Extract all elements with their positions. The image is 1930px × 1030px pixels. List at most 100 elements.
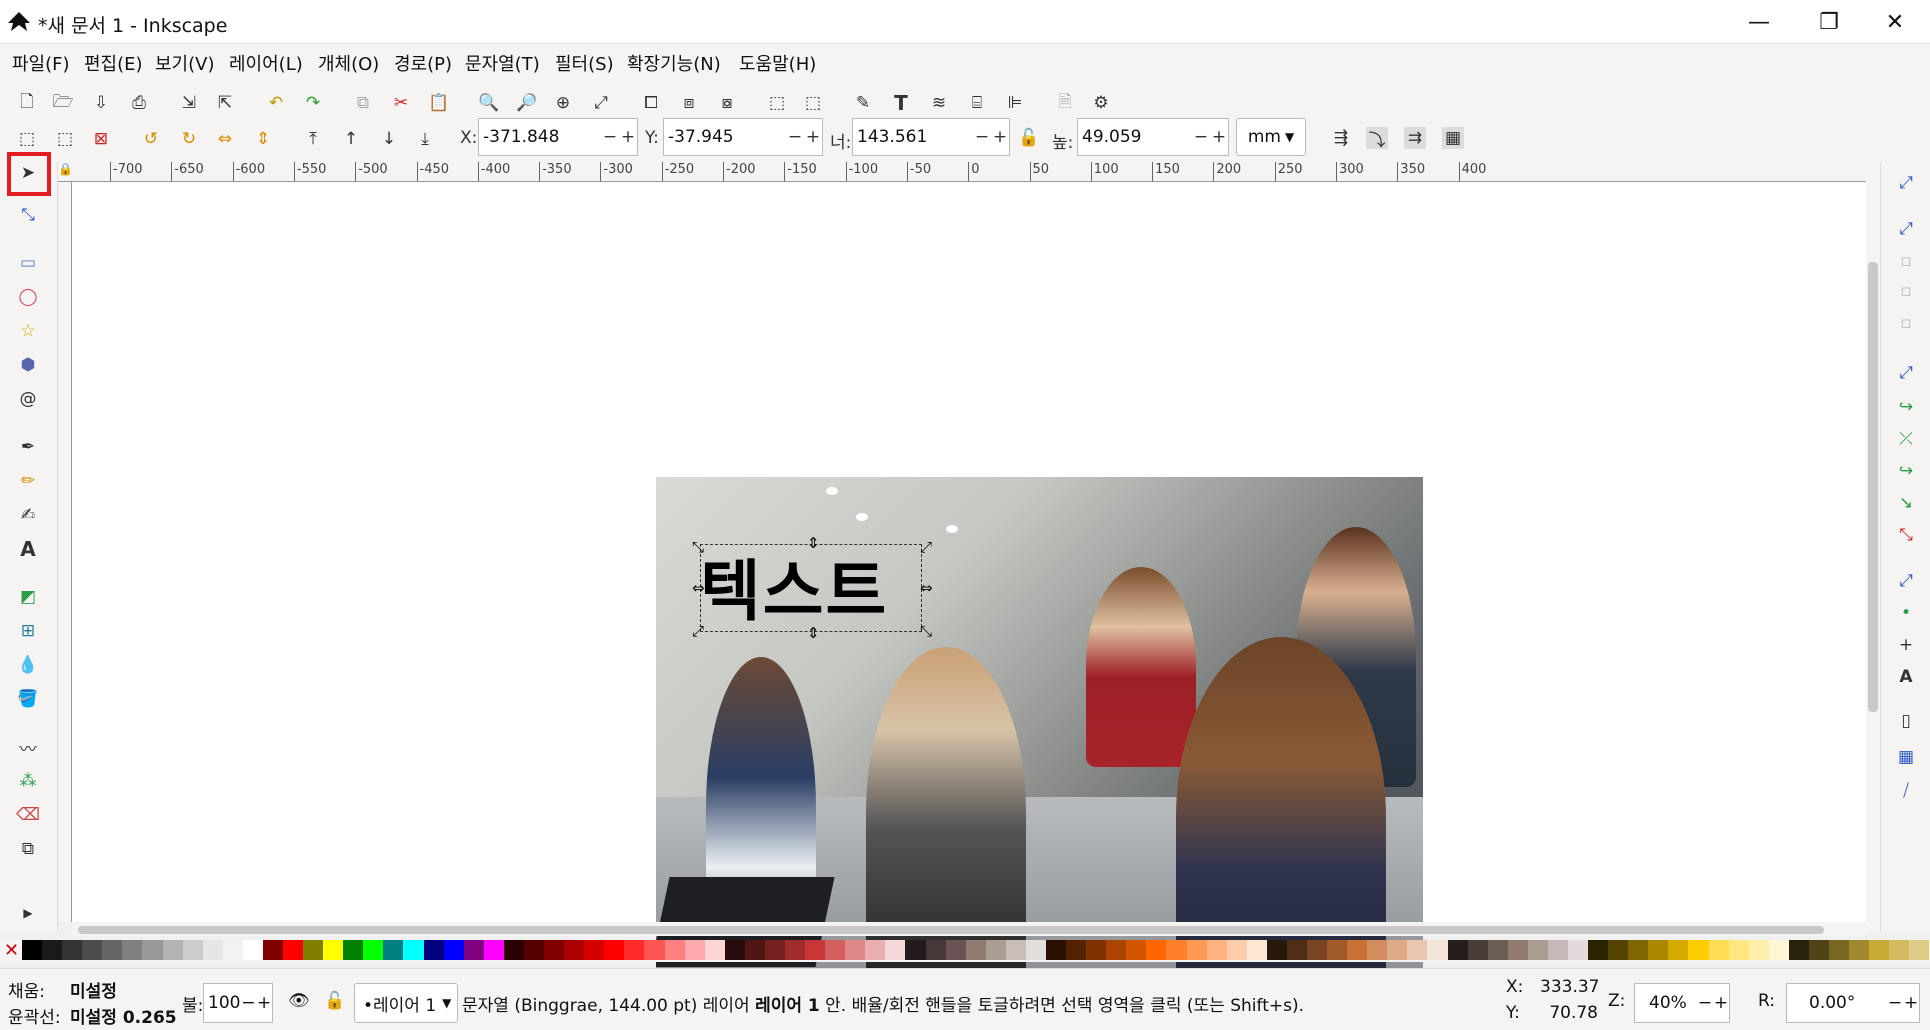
color-swatch[interactable] [1226, 940, 1247, 960]
color-swatch[interactable] [42, 940, 63, 960]
zoom-drawing-icon[interactable]: 🔎 [516, 92, 538, 114]
open-icon[interactable]: 🗁 [52, 92, 74, 114]
lower-icon[interactable]: ↓ [378, 128, 400, 150]
color-swatch[interactable] [323, 940, 344, 960]
menu-layer[interactable]: 레이어(L) [229, 50, 303, 76]
scale-handle-icon[interactable]: ⇕ [807, 624, 820, 642]
snap-bbox-icon[interactable]: ⤢ [1895, 218, 1917, 240]
layers-icon[interactable]: ≋ [928, 92, 950, 114]
color-swatch[interactable] [162, 940, 183, 960]
snap-intersection-icon[interactable]: ⤫ [1895, 428, 1917, 450]
lower-to-bottom-icon[interactable]: ⤓ [414, 128, 436, 150]
snap-grid-icon[interactable]: ▦ [1895, 746, 1917, 768]
fill-value[interactable]: 미설정 [70, 977, 117, 1002]
scale-handle-icon[interactable]: ⇕ [807, 534, 820, 552]
color-swatch[interactable] [142, 940, 163, 960]
group-icon[interactable]: ⬚ [766, 92, 788, 114]
drawing-canvas[interactable]: 텍스트 ⤡ ⇕ ⤢ ⇔ ⇔ ⤢ ⇕ ⤡ [72, 182, 1866, 989]
color-swatch[interactable] [1708, 940, 1729, 960]
color-swatch[interactable] [744, 940, 765, 960]
canvas-text-object[interactable]: 텍스트 [700, 538, 888, 634]
select-all-icon[interactable]: ⬚ [16, 128, 38, 150]
gradient-tool-icon[interactable]: ◩ [17, 586, 39, 608]
color-swatch[interactable] [805, 940, 826, 960]
color-swatch[interactable] [262, 940, 284, 960]
snap-bbox-edge-icon[interactable]: ▫ [1895, 250, 1917, 272]
menu-object[interactable]: 개체(O) [318, 50, 379, 76]
y-decrement-button[interactable]: − [786, 127, 804, 147]
move-gradients-icon[interactable]: ⇉ [1404, 127, 1426, 149]
move-patterns-icon[interactable]: ▦ [1442, 127, 1464, 149]
color-swatch[interactable] [1507, 940, 1528, 960]
scale-handle-icon[interactable]: ⤡ [920, 622, 932, 640]
color-swatch[interactable] [644, 940, 665, 960]
height-spinbox[interactable]: 49.059 − + [1077, 118, 1229, 156]
color-swatch[interactable] [1447, 940, 1468, 960]
color-swatch[interactable] [1628, 940, 1649, 960]
horizontal-scroll-thumb[interactable] [78, 926, 1824, 934]
pencil-tool-icon[interactable]: ✏ [17, 470, 39, 492]
import-icon[interactable]: ⇲ [178, 92, 200, 114]
color-swatch[interactable] [122, 940, 143, 960]
rotate-cw-icon[interactable]: ↻ [178, 128, 200, 150]
scale-corners-icon[interactable]: ⤵ [1366, 127, 1388, 151]
menu-text[interactable]: 문자열(T) [465, 50, 540, 76]
color-swatch[interactable] [22, 940, 43, 960]
zoom-decrement-button[interactable]: − [1697, 993, 1713, 1013]
snap-bbox-corner-icon[interactable]: ▫ [1895, 280, 1917, 302]
x-increment-button[interactable]: + [619, 127, 637, 147]
menu-file[interactable]: 파일(F) [12, 50, 70, 76]
color-swatch[interactable] [825, 940, 846, 960]
color-swatch[interactable] [885, 940, 906, 960]
mesh-tool-icon[interactable]: ⊞ [17, 620, 39, 642]
color-swatch[interactable] [704, 940, 725, 960]
color-swatch[interactable] [1146, 940, 1167, 960]
height-value[interactable]: 49.059 [1078, 127, 1192, 147]
color-swatch[interactable] [1427, 940, 1448, 960]
select-all-layers-icon[interactable]: ⬚ [54, 128, 76, 150]
save-icon[interactable]: ⇩ [90, 92, 112, 114]
snap-path-icon[interactable]: ↪ [1895, 396, 1917, 418]
layer-lock-icon[interactable]: 🔓 [324, 991, 345, 1011]
snap-center-icon[interactable]: • [1895, 602, 1917, 624]
color-swatch[interactable] [724, 940, 745, 960]
color-swatch[interactable] [1347, 940, 1368, 960]
color-swatch[interactable] [1748, 940, 1769, 960]
rotation-value[interactable]: 0.00° [1787, 993, 1887, 1013]
stroke-value[interactable]: 미설정 0.265 [70, 1003, 177, 1028]
color-swatch[interactable] [1648, 940, 1669, 960]
snap-text-baseline-icon[interactable]: A [1895, 666, 1917, 688]
color-swatch[interactable] [1166, 940, 1187, 960]
color-swatch[interactable] [222, 940, 243, 960]
calligraphy-tool-icon[interactable]: ✍ [17, 504, 39, 526]
snap-others-icon[interactable]: ⤢ [1895, 570, 1917, 592]
snap-page-border-icon[interactable]: ▯ [1895, 710, 1917, 732]
rotation-decrement-button[interactable]: − [1887, 993, 1903, 1013]
color-swatch[interactable] [1688, 940, 1709, 960]
minimize-button[interactable]: — [1724, 0, 1794, 44]
layer-dropdown[interactable]: •레이어 1 ▼ [354, 983, 458, 1023]
height-increment-button[interactable]: + [1210, 127, 1228, 147]
color-swatch[interactable] [1246, 940, 1267, 960]
color-swatch[interactable] [343, 940, 364, 960]
color-swatch[interactable] [1889, 940, 1910, 960]
color-swatch[interactable] [1568, 940, 1589, 960]
color-swatch[interactable] [564, 940, 585, 960]
raise-icon[interactable]: ↑ [340, 128, 362, 150]
color-swatch[interactable] [985, 940, 1006, 960]
snap-smooth-icon[interactable]: ↘ [1895, 492, 1917, 514]
menu-extensions[interactable]: 확장기능(N) [627, 50, 721, 76]
color-palette[interactable] [0, 940, 1930, 962]
color-swatch[interactable] [363, 940, 384, 960]
menu-help[interactable]: 도움말(H) [739, 50, 816, 76]
spiral-tool-icon[interactable]: @ [17, 388, 39, 410]
color-swatch[interactable] [1788, 940, 1809, 960]
duplicate-icon[interactable]: ⧠ [640, 92, 662, 114]
undo-icon[interactable]: ↶ [265, 92, 287, 114]
menu-path[interactable]: 경로(P) [394, 50, 452, 76]
toolbox-expand-icon[interactable]: ▶ [17, 902, 39, 924]
zoom-page-icon[interactable]: ⊕ [552, 92, 574, 114]
align-distribute-icon[interactable]: ⊫ [1004, 92, 1026, 114]
pen-tool-icon[interactable]: ✒ [17, 436, 39, 458]
color-swatch[interactable] [62, 940, 83, 960]
